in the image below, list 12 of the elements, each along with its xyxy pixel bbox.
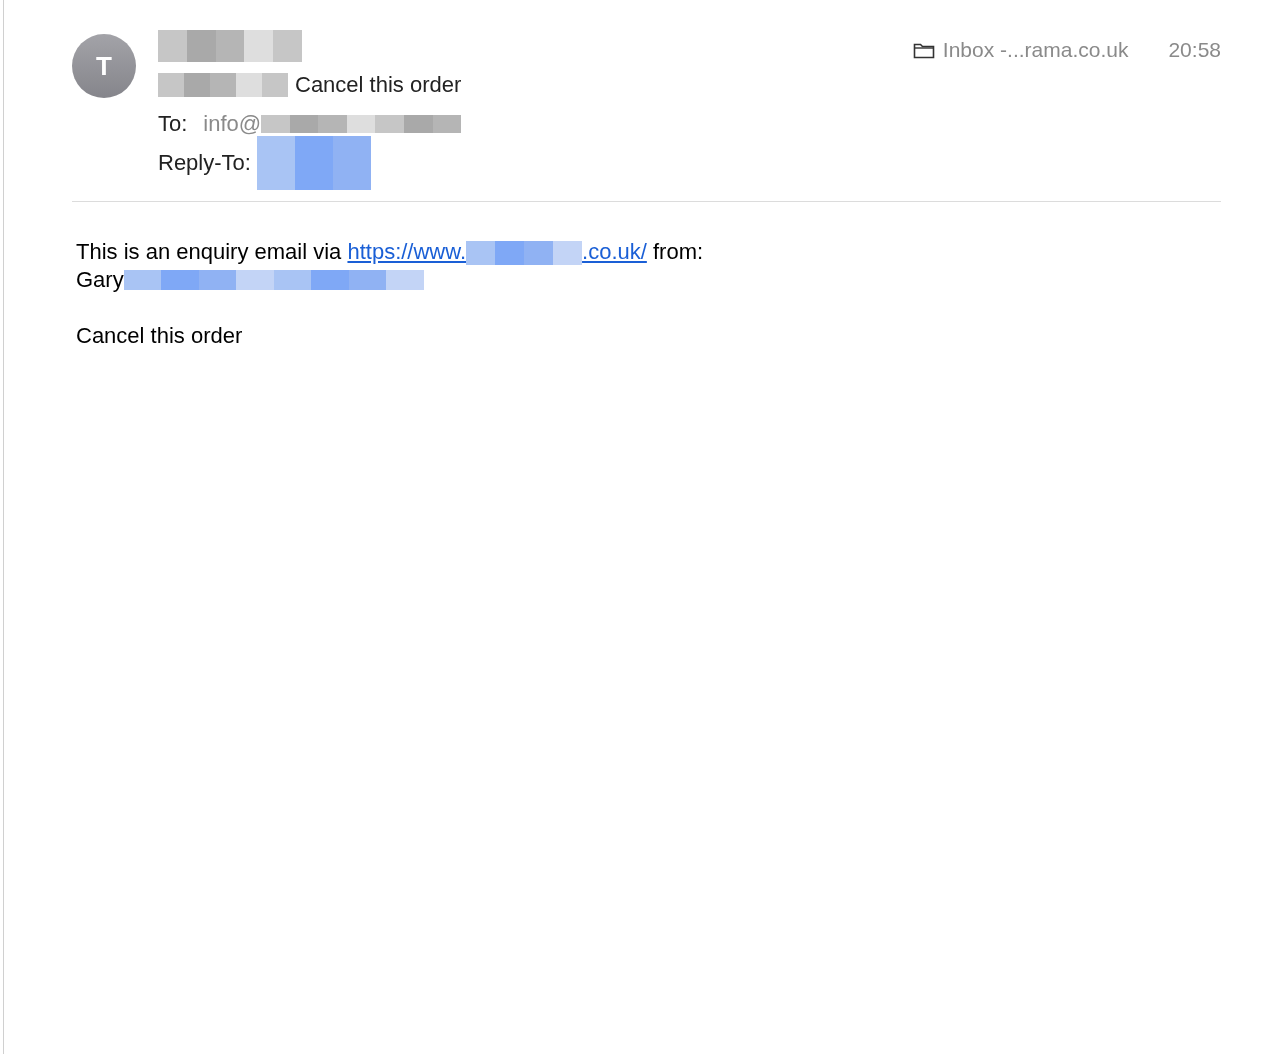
reply-to-label: Reply-To: xyxy=(158,149,251,176)
received-time: 20:58 xyxy=(1168,38,1221,62)
website-link[interactable]: https://www. .co.uk/ xyxy=(347,239,647,264)
message-text: Cancel this order xyxy=(76,322,244,350)
avatar: T xyxy=(72,34,136,98)
to-label: To: xyxy=(158,110,188,137)
enquiry-intro: This is an enquiry email via https://www. .co.uk/ from: xyxy=(76,238,705,266)
email-subject: Cancel this order xyxy=(295,71,462,98)
sender-name: Gary xyxy=(76,266,124,294)
mailbox-name: Inbox -...rama.co.uk xyxy=(942,38,1129,62)
folder-icon xyxy=(912,41,935,59)
recipient-address: info@ xyxy=(203,110,262,137)
